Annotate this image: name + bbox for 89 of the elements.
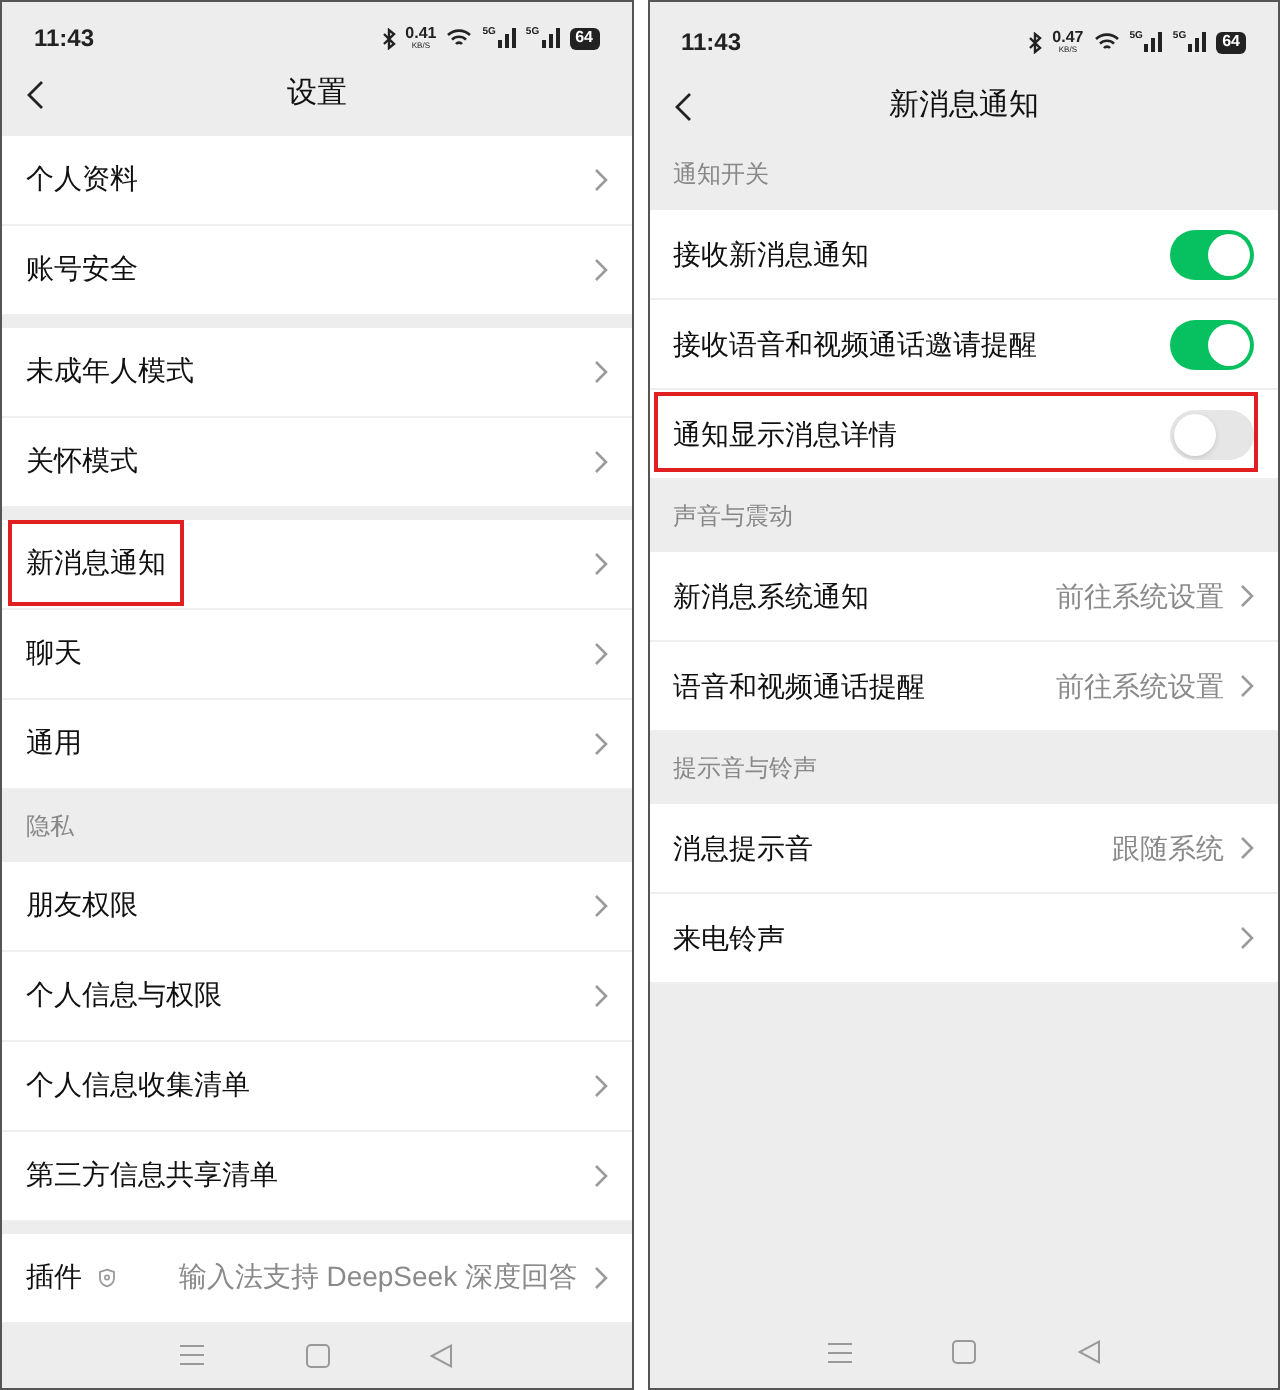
settings-row[interactable]: 个人资料 (2, 135, 631, 226)
settings-row[interactable]: 消息提示音 跟随系统 (649, 804, 1278, 894)
setting-label: 新消息通知 (26, 544, 166, 583)
battery-indicator: 64 (1216, 31, 1246, 53)
chevron-right-icon (1240, 926, 1254, 950)
setting-label: 消息提示音 (673, 829, 813, 867)
chevron-right-icon (593, 983, 607, 1008)
setting-label: 来电铃声 (673, 919, 785, 957)
chevron-right-icon (593, 1073, 607, 1098)
back-triangle-icon[interactable] (430, 1343, 453, 1368)
chevron-right-icon (593, 551, 607, 576)
wifi-icon (446, 28, 473, 49)
setting-label: 通用 (26, 724, 82, 763)
chevron-right-icon (593, 257, 607, 282)
chevron-right-icon (593, 1163, 607, 1188)
chevron-right-icon (1240, 836, 1254, 860)
signal-icon (497, 28, 516, 49)
section-header: 通知开关 (673, 158, 769, 192)
settings-row[interactable]: 接收新消息通知 (649, 210, 1278, 300)
setting-label: 聊天 (26, 634, 82, 673)
settings-row[interactable]: 新消息系统通知 前往系统设置 (649, 552, 1278, 642)
page-title: 新消息通知 (888, 85, 1039, 126)
settings-row[interactable]: 聊天 (2, 609, 631, 700)
setting-value: 前往系统设置 (1056, 577, 1224, 615)
chevron-right-icon (1240, 674, 1254, 698)
setting-label: 新消息系统通知 (673, 577, 869, 615)
setting-value: 跟随系统 (1112, 829, 1224, 867)
home-icon[interactable] (952, 1340, 977, 1364)
back-triangle-icon[interactable] (1077, 1340, 1100, 1364)
setting-label: 账号安全 (26, 250, 138, 289)
back-icon[interactable] (26, 80, 44, 111)
section-header: 提示音与铃声 (673, 752, 817, 786)
settings-row[interactable]: 关怀模式 (2, 417, 631, 508)
chevron-right-icon (593, 449, 607, 474)
status-time: 11:43 (681, 26, 742, 60)
settings-row[interactable]: 个人信息与权限 (2, 951, 631, 1042)
settings-row[interactable]: 插件 输入法支持 DeepSeek 深度回答 (2, 1233, 631, 1324)
signal-icon (541, 28, 560, 49)
menu-icon[interactable] (180, 1344, 205, 1367)
setting-label: 个人信息收集清单 (26, 1066, 250, 1105)
settings-row[interactable]: 接收语音和视频通话邀请提醒 (649, 300, 1278, 390)
setting-label: 朋友权限 (26, 886, 138, 925)
setting-label: 第三方信息共享清单 (26, 1156, 278, 1195)
setting-label: 插件 (26, 1258, 82, 1297)
settings-row[interactable]: 通知显示消息详情 (649, 390, 1278, 480)
battery-indicator: 64 (569, 27, 599, 50)
settings-row[interactable]: 新消息通知 (2, 519, 631, 610)
signal-icon (1188, 32, 1207, 52)
settings-row[interactable]: 语音和视频通话提醒 前往系统设置 (649, 642, 1278, 732)
settings-row[interactable]: 未成年人模式 (2, 327, 631, 418)
chevron-right-icon (593, 167, 607, 192)
toggle-switch[interactable] (1170, 319, 1254, 369)
section-header: 隐私 (26, 809, 74, 844)
setting-value: 输入法支持 DeepSeek 深度回答 (178, 1258, 577, 1297)
home-icon[interactable] (305, 1343, 330, 1368)
chevron-right-icon (593, 731, 607, 756)
wifi-icon (1093, 32, 1120, 52)
setting-value: 前往系统设置 (1056, 667, 1224, 705)
chevron-right-icon (593, 359, 607, 384)
settings-row[interactable]: 通用 (2, 699, 631, 790)
chevron-right-icon (593, 1265, 607, 1290)
toggle-switch[interactable] (1170, 229, 1254, 279)
setting-label: 通知显示消息详情 (673, 415, 897, 453)
signal-icon (1144, 32, 1163, 52)
bluetooth-icon (1028, 31, 1043, 53)
setting-label: 接收语音和视频通话邀请提醒 (673, 325, 1037, 363)
network-speed: 0.47 (1052, 30, 1084, 46)
settings-row[interactable]: 账号安全 (2, 225, 631, 316)
chevron-right-icon (593, 641, 607, 666)
settings-row[interactable]: 朋友权限 (2, 861, 631, 952)
status-time: 11:43 (34, 22, 95, 57)
setting-label: 个人资料 (26, 160, 138, 199)
settings-row[interactable]: 个人信息收集清单 (2, 1041, 631, 1132)
setting-label: 关怀模式 (26, 442, 138, 481)
settings-row[interactable]: 来电铃声 (649, 894, 1278, 984)
setting-label: 未成年人模式 (26, 352, 194, 391)
chevron-right-icon (1240, 584, 1254, 608)
bluetooth-icon (381, 27, 396, 50)
settings-row[interactable]: 第三方信息共享清单 (2, 1131, 631, 1222)
setting-label: 语音和视频通话提醒 (673, 667, 925, 705)
back-icon[interactable] (673, 91, 691, 121)
network-speed: 0.41 (405, 26, 437, 43)
setting-label: 接收新消息通知 (673, 235, 869, 273)
section-header: 声音与震动 (673, 500, 793, 534)
toggle-switch[interactable] (1170, 409, 1254, 459)
menu-icon[interactable] (827, 1341, 852, 1363)
chevron-right-icon (593, 893, 607, 918)
page-title: 设置 (286, 74, 347, 115)
setting-label: 个人信息与权限 (26, 976, 222, 1015)
